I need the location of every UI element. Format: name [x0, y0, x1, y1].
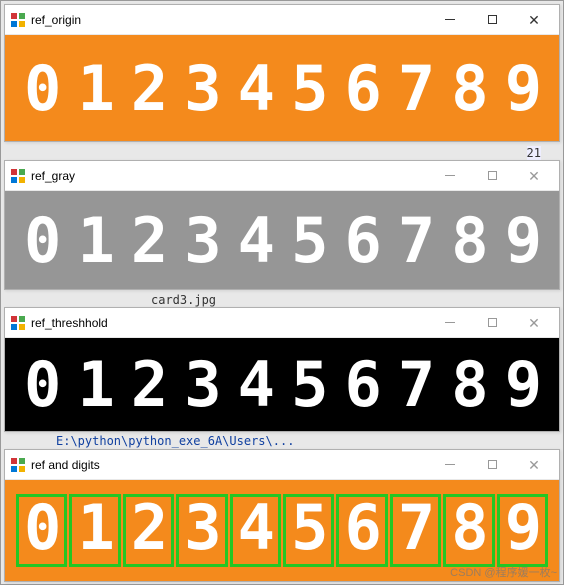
- close-button[interactable]: ✕: [513, 310, 555, 336]
- titlebar[interactable]: ref_gray ✕: [5, 161, 559, 191]
- window-title: ref_gray: [31, 169, 75, 183]
- close-button[interactable]: ✕: [513, 7, 555, 33]
- digit: 0: [15, 204, 68, 277]
- digit: 4: [229, 204, 282, 277]
- digit-boxed: 4: [230, 494, 281, 567]
- titlebar[interactable]: ref_threshhold ✕: [5, 308, 559, 338]
- close-button[interactable]: ✕: [513, 452, 555, 478]
- digit: 7: [389, 348, 442, 421]
- digit-boxed: 6: [336, 494, 387, 567]
- bg-num: 21: [527, 146, 541, 160]
- minimize-button[interactable]: [429, 163, 471, 189]
- app-icon: [11, 13, 25, 27]
- digit: 1: [68, 204, 121, 277]
- digit-boxed: 3: [176, 494, 227, 567]
- digit: 4: [229, 348, 282, 421]
- image-content: 0 1 2 3 4 5 6 7 8 9: [5, 191, 559, 289]
- maximize-button[interactable]: [471, 7, 513, 33]
- digit: 5: [282, 204, 335, 277]
- window-ref-origin: ref_origin ✕ 0 1 2 3 4 5 6 7 8 9: [4, 4, 560, 142]
- window-ref-and-digits: ref and digits ✕ 0 1 2 3 4 5 6 7 8 9: [4, 449, 560, 582]
- digit: 3: [175, 348, 228, 421]
- digit-boxed: 2: [123, 494, 174, 567]
- digit-boxed: 9: [497, 494, 548, 567]
- window-controls: ✕: [429, 310, 555, 336]
- digit: 7: [389, 204, 442, 277]
- digit: 6: [335, 52, 388, 125]
- bg-filename: card3.jpg: [151, 293, 216, 307]
- digit: 2: [122, 204, 175, 277]
- titlebar[interactable]: ref_origin ✕: [5, 5, 559, 35]
- window-controls: ✕: [429, 452, 555, 478]
- image-content: 0 1 2 3 4 5 6 7 8 9: [5, 35, 559, 141]
- digit: 1: [68, 52, 121, 125]
- digit-boxed: 8: [443, 494, 494, 567]
- close-button[interactable]: ✕: [513, 163, 555, 189]
- digit: 1: [68, 348, 121, 421]
- digit: 2: [122, 348, 175, 421]
- minimize-button[interactable]: [429, 7, 471, 33]
- digit: 0: [15, 52, 68, 125]
- minimize-button[interactable]: [429, 452, 471, 478]
- digit: 8: [442, 348, 495, 421]
- window-controls: ✕: [429, 163, 555, 189]
- digit: 8: [442, 52, 495, 125]
- digit: 4: [229, 52, 282, 125]
- digit: 7: [389, 52, 442, 125]
- digit: 3: [175, 204, 228, 277]
- digit-boxed: 5: [283, 494, 334, 567]
- minimize-button[interactable]: [429, 310, 471, 336]
- digit: 2: [122, 52, 175, 125]
- maximize-button[interactable]: [471, 310, 513, 336]
- digit: 9: [496, 204, 549, 277]
- digit: 5: [282, 348, 335, 421]
- digit-boxed: 7: [390, 494, 441, 567]
- bg-path: E:\python\python_exe_6A\Users\...: [56, 434, 294, 448]
- digit: 9: [496, 52, 549, 125]
- app-icon: [11, 458, 25, 472]
- digit-boxed: 0: [16, 494, 67, 567]
- window-title: ref and digits: [31, 458, 100, 472]
- window-ref-gray: ref_gray ✕ 0 1 2 3 4 5 6 7 8 9: [4, 160, 560, 290]
- window-title: ref_origin: [31, 13, 81, 27]
- image-content: 0 1 2 3 4 5 6 7 8 9: [5, 338, 559, 431]
- digit: 9: [496, 348, 549, 421]
- maximize-button[interactable]: [471, 452, 513, 478]
- digit: 8: [442, 204, 495, 277]
- window-ref-threshhold: ref_threshhold ✕ 0 1 2 3 4 5 6 7 8 9: [4, 307, 560, 432]
- watermark: CSDN @程序媛一枚~: [450, 564, 557, 580]
- digit-row: 0 1 2 3 4 5 6 7 8 9: [5, 338, 559, 431]
- titlebar[interactable]: ref and digits ✕: [5, 450, 559, 480]
- digit: 5: [282, 52, 335, 125]
- window-title: ref_threshhold: [31, 316, 108, 330]
- digit: 0: [15, 348, 68, 421]
- digit-boxed: 1: [69, 494, 120, 567]
- digit: 3: [175, 52, 228, 125]
- digit: 6: [335, 204, 388, 277]
- digit-row: 0 1 2 3 4 5 6 7 8 9: [5, 191, 559, 289]
- window-controls: ✕: [429, 7, 555, 33]
- app-icon: [11, 169, 25, 183]
- maximize-button[interactable]: [471, 163, 513, 189]
- digit-row: 0 1 2 3 4 5 6 7 8 9: [5, 35, 559, 141]
- app-icon: [11, 316, 25, 330]
- digit: 6: [335, 348, 388, 421]
